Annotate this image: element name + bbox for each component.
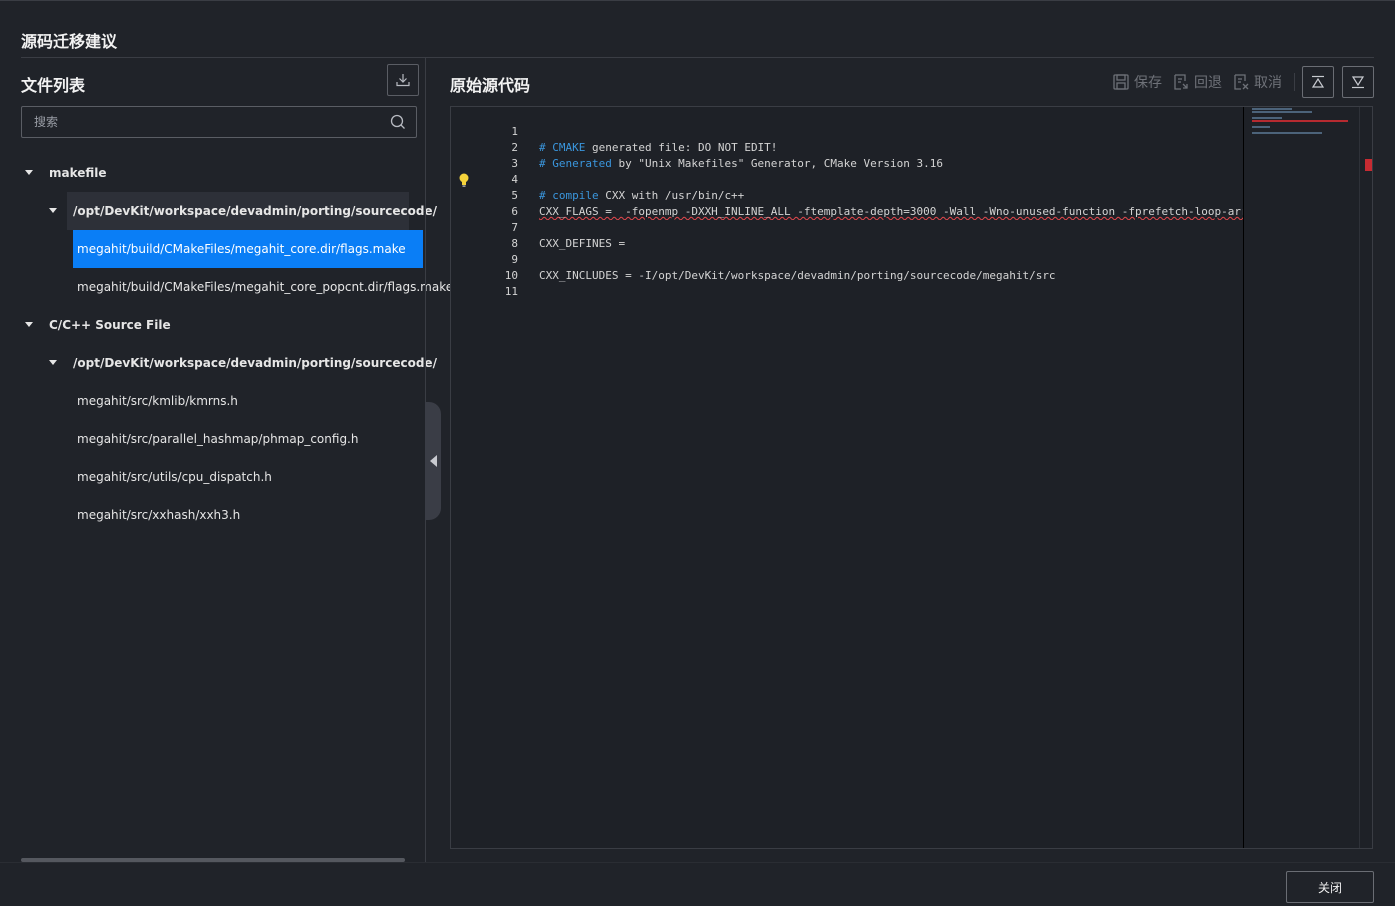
tree-folder-label: /opt/DevKit/workspace/devadmin/porting/s… — [73, 204, 437, 218]
tree-file-label: megahit/src/xxhash/xxh3.h — [77, 508, 241, 522]
scroll-top-icon — [1311, 75, 1325, 88]
footer-divider — [0, 862, 1395, 863]
revert-button[interactable]: 回退 — [1172, 71, 1222, 93]
code-minimap[interactable] — [1243, 107, 1359, 848]
file-list-title: 文件列表 — [21, 76, 86, 95]
search-box — [21, 106, 417, 138]
minimap-line — [1252, 111, 1312, 113]
collapse-left-icon — [429, 455, 437, 467]
code-line: 9 CXX_INCLUDES = -I/opt/DevKit/workspace… — [451, 236, 1243, 282]
tree-folder-makefile[interactable]: /opt/DevKit/workspace/devadmin/porting/s… — [49, 192, 437, 230]
title-divider — [21, 57, 1374, 58]
cancel-button[interactable]: 取消 — [1232, 71, 1282, 93]
tree-group-makefile[interactable]: makefile — [0, 154, 425, 192]
scroll-to-bottom-button[interactable] — [1342, 66, 1374, 98]
code-line: 4 # compile CXX with /usr/bin/c++ — [451, 156, 1243, 202]
line-number: 11 — [504, 285, 518, 298]
tree-file-label: megahit/build/CMakeFiles/megahit_core_po… — [77, 280, 454, 294]
tree-file-item[interactable]: megahit/build/CMakeFiles/megahit_core.di… — [73, 230, 423, 268]
code-line: 5 CXX_FLAGS = -fopenmp -DXXH_INLINE_ALL … — [451, 172, 1243, 218]
tree-file-item[interactable]: megahit/src/utils/cpu_dispatch.h — [73, 458, 423, 496]
error-marker — [1365, 159, 1372, 171]
toolbar-divider — [1294, 73, 1295, 91]
caret-down-icon — [25, 322, 33, 327]
caret-down-icon — [25, 170, 33, 175]
code-line: 10 — [451, 252, 1243, 282]
tree-group-label: C/C++ Source File — [49, 318, 171, 332]
download-icon — [396, 74, 410, 87]
cancel-icon — [1234, 74, 1249, 90]
scroll-bottom-icon — [1351, 76, 1365, 89]
download-button[interactable] — [387, 64, 419, 96]
minimap-line — [1252, 120, 1348, 122]
tree-group-label: makefile — [49, 166, 107, 180]
tree-file-label: megahit/src/utils/cpu_dispatch.h — [77, 470, 272, 484]
code-line: 2 # Generated by "Unix Makefiles" Genera… — [451, 124, 1243, 170]
tree-file-label: megahit/src/parallel_hashmap/phmap_confi… — [77, 432, 359, 446]
tree-file-item[interactable]: megahit/src/xxhash/xxh3.h — [73, 496, 423, 534]
minimap-line — [1252, 132, 1322, 134]
tree-file-item[interactable]: megahit/src/kmlib/kmrns.h — [73, 382, 423, 420]
tree-group-source[interactable]: C/C++ Source File — [0, 306, 425, 344]
save-button[interactable]: 保存 — [1112, 71, 1162, 93]
code-line: 3 — [451, 140, 1243, 170]
top-border — [0, 0, 1395, 1]
tree-file-item[interactable]: megahit/src/parallel_hashmap/phmap_confi… — [73, 420, 423, 458]
search-input[interactable] — [22, 107, 382, 137]
minimap-line — [1252, 108, 1292, 110]
code-line: 1 # CMAKE generated file: DO NOT EDIT! — [451, 108, 1243, 154]
caret-down-icon — [49, 208, 57, 213]
code-line: 6 — [451, 188, 1243, 218]
collapse-panel-handle[interactable] — [425, 402, 441, 520]
search-icon[interactable] — [390, 114, 406, 130]
caret-down-icon — [49, 360, 57, 365]
source-code-title: 原始源代码 — [450, 76, 531, 95]
code-editor[interactable]: 1 # CMAKE generated file: DO NOT EDIT! 2… — [450, 106, 1373, 849]
tree-file-label: megahit/src/kmlib/kmrns.h — [77, 394, 238, 408]
tree-file-label: megahit/build/CMakeFiles/megahit_core.di… — [77, 242, 406, 256]
revert-icon — [1174, 74, 1188, 90]
tree-folder-source[interactable]: /opt/DevKit/workspace/devadmin/porting/s… — [49, 344, 437, 382]
minimap-line — [1252, 117, 1282, 119]
tree-file-item[interactable]: megahit/build/CMakeFiles/megahit_core_po… — [73, 268, 453, 306]
dialog-title: 源码迁移建议 — [21, 32, 118, 51]
cancel-label: 取消 — [1254, 75, 1282, 91]
code-line: 7 CXX_DEFINES = — [451, 204, 1243, 250]
scroll-to-top-button[interactable] — [1302, 66, 1334, 98]
close-button[interactable]: 关闭 — [1286, 871, 1374, 903]
code-line: 11 — [451, 268, 1243, 298]
vertical-scrollbar[interactable] — [1359, 107, 1372, 848]
save-label: 保存 — [1134, 75, 1162, 91]
tree-folder-label: /opt/DevKit/workspace/devadmin/porting/s… — [73, 356, 437, 370]
save-icon — [1113, 74, 1129, 90]
code-line: 8 — [451, 220, 1243, 250]
revert-label: 回退 — [1194, 75, 1222, 91]
minimap-line — [1252, 126, 1270, 128]
